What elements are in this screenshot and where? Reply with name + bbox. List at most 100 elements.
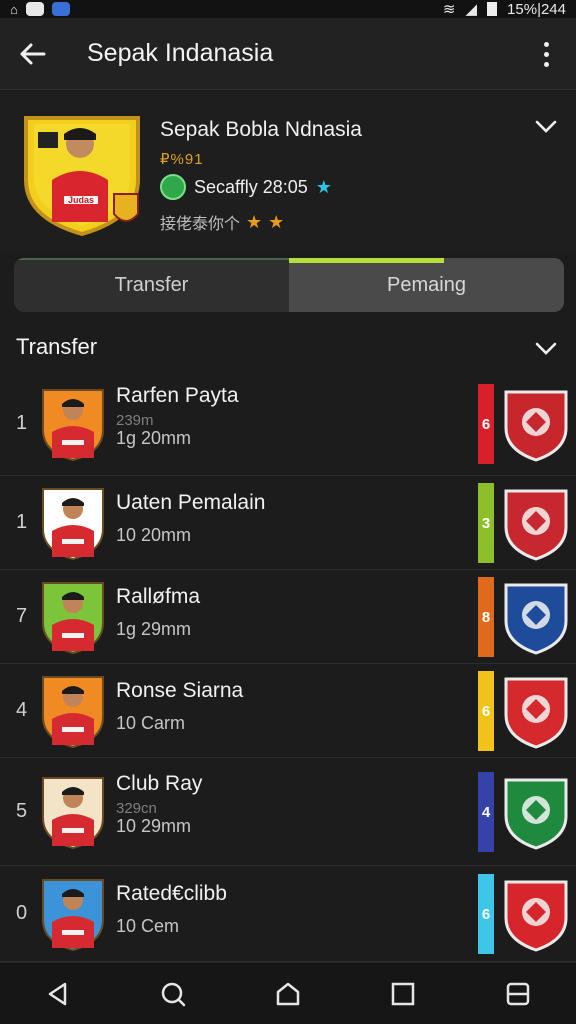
club-badge-icon <box>504 778 568 850</box>
search-icon <box>161 982 186 1006</box>
sim-icon: ⌂ <box>10 1 18 17</box>
system-navigation-bar <box>0 962 576 1024</box>
player-meta: 10 29mm <box>116 816 192 836</box>
player-name: Uaten Pemalain <box>116 491 266 514</box>
square-icon <box>391 982 415 1005</box>
rating-value: 6 <box>481 905 491 923</box>
crest-text: Judas <box>68 195 94 205</box>
player-value: 239m <box>116 412 154 429</box>
nav-menu-button[interactable] <box>496 972 540 1016</box>
transfer-row[interactable]: 0 Rated€clibb 10 Cem 6 <box>0 866 576 962</box>
star-icon: ★ <box>315 176 332 197</box>
status-bar: ⌂ ≋ ◢ 15%|244 <box>0 0 576 18</box>
player-meta: 10 20mm <box>116 525 192 545</box>
split-window-icon <box>507 982 530 1005</box>
overflow-menu-button[interactable] <box>532 38 560 70</box>
rating-label: 接佬泰你个 <box>160 216 241 233</box>
player-avatar <box>42 676 104 749</box>
tab-transfer[interactable]: Transfer <box>14 258 289 312</box>
rating-value: 3 <box>481 514 491 532</box>
rating-bar: 3 <box>478 483 494 563</box>
player-avatar <box>42 879 104 952</box>
more-vertical-icon <box>543 51 549 57</box>
player-name: Club Ray <box>116 772 203 795</box>
battery-icon <box>487 2 498 16</box>
app-notification-icon <box>51 2 70 16</box>
club-badge-icon <box>504 677 568 749</box>
home-icon <box>276 982 300 1005</box>
section-title: Transfer <box>16 334 98 359</box>
nav-recents-button[interactable] <box>381 972 425 1016</box>
player-meta: 10 Cem <box>116 916 180 936</box>
team-profile-card: Judas Sepak Bobla Ndnasia ₽%91 Secaffly … <box>0 92 576 252</box>
live-label: Secaffly 28:05 <box>194 176 308 197</box>
team-name: Sepak Bobla Ndnasia <box>160 118 362 141</box>
back-button[interactable] <box>0 18 64 90</box>
tab-bar: Transfer Pemaing <box>14 258 564 312</box>
badge-mark <box>38 132 58 148</box>
star-icon: ★ <box>268 211 285 232</box>
rating-value: 8 <box>481 608 491 626</box>
app-notification-icon <box>25 2 44 16</box>
player-avatar <box>42 582 104 655</box>
row-rank: 0 <box>16 902 28 924</box>
system-icons: ≋ ◢ 15%|244 <box>442 0 566 19</box>
team-crest: Judas <box>24 116 140 237</box>
battery-time-text: 15%|244 <box>507 0 566 18</box>
player-avatar <box>42 777 104 850</box>
player-meta: 1g 20mm <box>116 428 192 448</box>
more-vertical-icon <box>543 41 549 47</box>
row-rank: 5 <box>16 800 28 822</box>
team-rating: 接佬泰你个 ★ ★ <box>160 210 284 234</box>
app-bar: Sepak Indanasia <box>0 18 576 90</box>
transfer-row[interactable]: 7 Ralløfma 1g 29mm 8 <box>0 570 576 664</box>
transfer-row[interactable]: 1 Uaten Pemalain 10 20mm 3 <box>0 476 576 570</box>
player-meta: 10 Carm <box>116 713 186 733</box>
live-icon <box>160 174 186 200</box>
nav-back-button[interactable] <box>36 972 80 1016</box>
section-header: Transfer <box>0 322 576 372</box>
transfer-row[interactable]: 1 Rarfen Payta 239m 1g 20mm 6 <box>0 372 576 476</box>
app-title: Sepak Indanasia <box>87 39 274 67</box>
triangle-back-icon <box>48 982 66 1005</box>
player-name: Ronse Siarna <box>116 679 244 702</box>
tab-pemaing[interactable]: Pemaing <box>289 258 564 312</box>
club-badge-icon <box>504 489 568 561</box>
signal-icon: ◢ <box>465 1 478 18</box>
rating-value: 6 <box>481 415 491 433</box>
wifi-icon: ≋ <box>442 1 456 18</box>
nav-search-button[interactable] <box>151 972 195 1016</box>
player-meta: 1g 29mm <box>116 619 192 639</box>
player-name: Rated€clibb <box>116 882 227 905</box>
transfer-row[interactable]: 4 Ronse Siarna 10 Carm 6 <box>0 664 576 758</box>
live-status: Secaffly 28:05 ★ <box>160 174 332 200</box>
row-rank: 4 <box>16 699 28 721</box>
nav-home-button[interactable] <box>266 972 310 1016</box>
club-badge-icon <box>504 583 568 655</box>
chevron-down-icon[interactable] <box>532 114 560 138</box>
team-code: ₽%91 <box>160 151 204 168</box>
rating-bar: 6 <box>478 384 494 464</box>
rating-bar: 8 <box>478 577 494 657</box>
notification-icons: ⌂ <box>10 2 70 17</box>
chevron-down-icon[interactable] <box>532 336 560 360</box>
rating-bar: 6 <box>478 874 494 954</box>
player-avatar <box>42 488 104 561</box>
club-badge-icon <box>504 390 568 462</box>
row-rank: 1 <box>16 511 28 533</box>
more-vertical-icon <box>543 61 549 67</box>
player-name: Rarfen Payta <box>116 384 239 407</box>
rating-bar: 6 <box>478 671 494 751</box>
player-avatar <box>42 389 104 462</box>
rating-value: 4 <box>481 803 491 821</box>
row-rank: 1 <box>16 412 28 434</box>
rating-value: 6 <box>481 702 491 720</box>
arrow-left-icon <box>20 43 46 64</box>
rating-bar: 4 <box>478 772 494 852</box>
star-icon: ★ <box>246 211 263 232</box>
row-rank: 7 <box>16 605 28 627</box>
club-badge-icon <box>504 880 568 952</box>
transfer-row[interactable]: 5 Club Ray 329cn 10 29mm 4 <box>0 758 576 866</box>
player-name: Ralløfma <box>116 585 201 608</box>
player-value: 329cn <box>116 800 157 817</box>
